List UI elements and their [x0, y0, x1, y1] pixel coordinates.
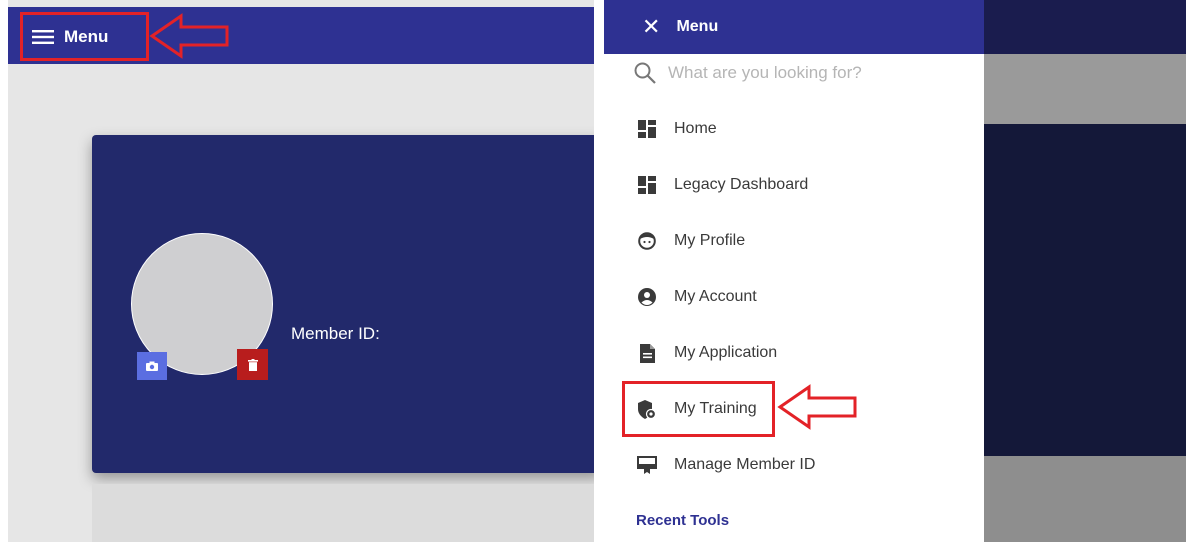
nav-item-manage-member-id[interactable]: Manage Member ID — [636, 450, 815, 480]
trash-icon — [247, 358, 258, 371]
search-bar — [634, 62, 968, 84]
id-card-icon — [636, 456, 658, 474]
camera-icon — [146, 361, 158, 371]
left-arrow-icon — [149, 13, 229, 59]
nav-item-my-application[interactable]: My Application — [636, 338, 777, 368]
search-input[interactable] — [668, 63, 968, 83]
face-icon — [636, 232, 658, 250]
nav-item-my-account[interactable]: My Account — [636, 282, 757, 312]
search-icon — [634, 62, 656, 84]
left-arrow-icon — [777, 384, 857, 430]
profile-card: Member ID: — [92, 135, 594, 473]
dashboard-icon — [636, 120, 658, 138]
close-icon[interactable]: ✕ — [642, 16, 660, 38]
card-footer — [92, 484, 594, 542]
account-circle-icon — [636, 288, 658, 306]
upload-photo-button[interactable] — [137, 352, 167, 380]
nav-item-label: My Account — [674, 288, 757, 305]
member-id-label: Member ID: — [291, 324, 380, 343]
nav-item-legacy-dashboard[interactable]: Legacy Dashboard — [636, 170, 808, 200]
drawer-title: Menu — [676, 18, 719, 35]
dimmed-backdrop[interactable] — [984, 54, 1186, 124]
dashboard-icon — [636, 176, 658, 194]
drawer-header: ✕ Menu — [604, 0, 984, 54]
navigation-drawer: ✕ Menu Home — [604, 0, 984, 542]
dimmed-profile-card — [984, 124, 1186, 456]
nav-item-label: Home — [674, 120, 717, 137]
nav-item-label: Manage Member ID — [674, 456, 816, 473]
nav-item-home[interactable]: Home — [636, 114, 717, 144]
right-screenshot-panel: ✕ Menu Home — [604, 0, 1186, 542]
nav-item-label: My Profile — [674, 232, 746, 249]
left-screenshot-panel: Menu Member ID: — [8, 0, 594, 542]
dimmed-top-bar — [984, 0, 1186, 54]
nav-item-label: My Application — [674, 344, 778, 361]
recent-tools-heading: Recent Tools — [636, 512, 730, 529]
nav-item-label: Legacy Dashboard — [674, 176, 809, 193]
highlight-box — [622, 381, 775, 437]
delete-photo-button[interactable] — [237, 349, 268, 380]
nav-item-my-profile[interactable]: My Profile — [636, 226, 745, 256]
highlight-box — [20, 12, 149, 61]
document-icon — [636, 343, 658, 363]
dimmed-backdrop-bottom — [984, 456, 1186, 542]
